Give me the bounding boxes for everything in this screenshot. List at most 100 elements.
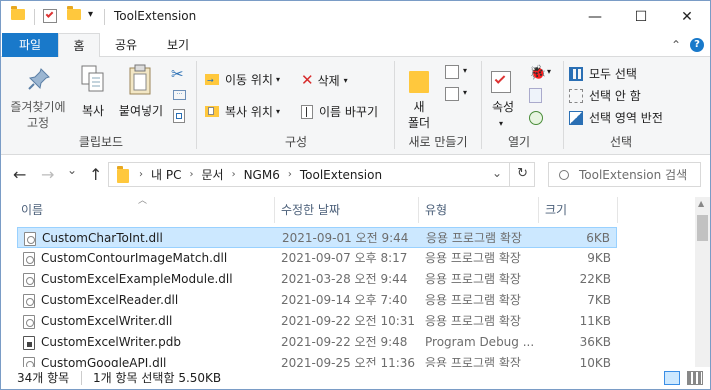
maximize-button[interactable]: ☐	[618, 1, 664, 33]
file-size: 36KB	[579, 335, 611, 349]
easy-access-icon[interactable]	[445, 87, 459, 101]
copy-to-icon	[205, 106, 219, 117]
rename-button[interactable]: 이름 바꾸기	[301, 103, 378, 120]
close-button[interactable]: ✕	[664, 1, 710, 33]
column-type[interactable]: 유형	[425, 197, 447, 223]
copy-button[interactable]: 복사	[73, 63, 113, 123]
file-row[interactable]: CustomExcelExampleModule.dll 2021-03-28 오…	[17, 269, 617, 290]
breadcrumb-documents[interactable]: 문서	[201, 166, 223, 183]
file-type: 응용 프로그램 확장	[425, 314, 521, 328]
help-icon[interactable]: ?	[690, 38, 704, 52]
chevron-right-icon: ›	[287, 169, 292, 180]
pdb-file-icon	[23, 336, 35, 350]
select-all-button[interactable]: 모두 선택	[569, 65, 637, 82]
paste-icon	[129, 64, 151, 95]
breadcrumb-my-pc[interactable]: 내 PC	[151, 166, 181, 183]
file-name: CustomExcelWriter.dll	[41, 314, 173, 328]
cut-icon[interactable]: ✂	[171, 65, 184, 83]
file-row[interactable]: CustomContourImageMatch.dll 2021-09-07 오후…	[17, 248, 617, 269]
file-date: 2021-09-07 오후 8:17	[281, 251, 408, 265]
column-name[interactable]: 이름	[21, 197, 43, 223]
file-row[interactable]: CustomExcelReader.dll 2021-09-14 오후 7:40 응…	[17, 290, 617, 311]
quick-access-toolbar	[11, 6, 25, 20]
new-folder-quick-icon[interactable]	[67, 6, 81, 20]
ribbon-collapse-icon[interactable]: ⌃	[667, 33, 685, 57]
open-icon[interactable]: 🐞	[529, 65, 546, 81]
move-to-button[interactable]: → 이동 위치 ▾	[205, 71, 280, 88]
up-button[interactable]: ↑	[89, 165, 102, 184]
paste-shortcut-icon[interactable]	[173, 109, 185, 123]
new-item-icon[interactable]	[445, 65, 459, 79]
select-all-label: 모두 선택	[589, 67, 637, 81]
pin-to-quick-access-button[interactable]: 즐겨찾기에 고정	[5, 63, 71, 133]
scroll-up-icon[interactable]: ▲	[698, 199, 704, 208]
properties-check-icon[interactable]	[43, 9, 57, 23]
file-date: 2021-09-01 오전 9:44	[282, 231, 409, 245]
file-list: CustomCharToInt.dll 2021-09-01 오전 9:44 응용 …	[17, 227, 617, 374]
group-label-organize: 구성	[284, 135, 308, 149]
column-date[interactable]: 수정한 날짜	[281, 197, 340, 223]
file-row[interactable]: CustomCharToInt.dll 2021-09-01 오전 9:44 응용 …	[17, 227, 617, 248]
new-folder-button[interactable]: 새 폴더	[399, 63, 439, 130]
customize-qat-icon[interactable]: ▾	[88, 9, 93, 20]
tab-home[interactable]: 홈	[58, 33, 100, 58]
group-label-new: 새로 만들기	[408, 135, 468, 149]
title-bar: ▾ ToolExtension — ☐ ✕	[1, 1, 710, 33]
file-size: 7KB	[587, 293, 611, 307]
invert-selection-button[interactable]: 선택 영역 반전	[569, 109, 663, 126]
chevron-right-icon: ›	[231, 169, 236, 180]
file-name: CustomExcelExampleModule.dll	[41, 272, 233, 286]
scrollbar-thumb[interactable]	[697, 215, 708, 241]
tab-file[interactable]: 파일	[2, 33, 58, 57]
file-type: 응용 프로그램 확장	[425, 293, 521, 307]
back-button[interactable]: ←	[13, 165, 26, 184]
folder-icon	[11, 6, 25, 20]
copy-path-icon[interactable]: ···	[173, 90, 186, 100]
dll-file-icon	[23, 273, 35, 287]
copy-to-button[interactable]: 복사 위치 ▾	[205, 103, 280, 120]
file-date: 2021-09-14 오후 7:40	[281, 293, 408, 307]
breadcrumb-toolextension[interactable]: ToolExtension	[300, 168, 382, 182]
invert-selection-label: 선택 영역 반전	[589, 111, 663, 125]
select-none-button[interactable]: 선택 안 함	[569, 87, 641, 104]
dll-file-icon	[24, 232, 36, 246]
details-view-icon[interactable]	[664, 371, 680, 385]
tab-share[interactable]: 공유	[105, 33, 147, 57]
minimize-button[interactable]: —	[572, 1, 618, 33]
forward-button[interactable]: →	[41, 165, 54, 184]
group-label-open: 열기	[507, 135, 531, 149]
file-row[interactable]: CustomExcelWriter.dll 2021-09-22 오전 10:31…	[17, 311, 617, 332]
group-label-select: 선택	[609, 135, 633, 149]
navigation-bar: ← → ⌄ ↑ › 내 PC › 문서 › NGM6 › ToolExtensi…	[1, 156, 710, 194]
address-dropdown-icon[interactable]: ⌄	[492, 166, 502, 180]
file-name: CustomContourImageMatch.dll	[41, 251, 228, 265]
file-size: 22KB	[579, 272, 611, 286]
vertical-scrollbar[interactable]: ▲	[695, 197, 710, 367]
recent-locations-button[interactable]: ⌄	[67, 163, 77, 177]
pin-label-2: 고정	[26, 116, 50, 130]
rename-label: 이름 바꾸기	[319, 105, 379, 119]
address-folder-icon	[117, 165, 129, 183]
file-size: 9KB	[587, 251, 611, 265]
search-box[interactable]: ToolExtension 검색	[548, 162, 701, 187]
address-bar[interactable]: › 내 PC › 문서 › NGM6 › ToolExtension ⌄ ↻	[108, 162, 535, 187]
sort-ascending-icon: ︿	[138, 196, 148, 206]
large-icons-view-icon[interactable]	[687, 371, 703, 385]
history-icon[interactable]	[529, 111, 543, 125]
move-to-icon: →	[205, 74, 219, 85]
chevron-right-icon: ›	[139, 169, 143, 180]
properties-icon	[491, 71, 511, 93]
copy-to-label: 복사 위치	[225, 105, 273, 119]
pin-label-1: 즐겨찾기에	[10, 100, 66, 114]
refresh-button[interactable]: ↻	[517, 166, 528, 181]
dll-file-icon	[23, 294, 35, 308]
file-type: Program Debug ...	[425, 335, 535, 349]
properties-button[interactable]: 속성 ▾	[485, 63, 521, 135]
paste-button[interactable]: 붙여넣기	[115, 63, 167, 123]
breadcrumb-ngm6[interactable]: NGM6	[244, 168, 280, 182]
file-row[interactable]: CustomExcelWriter.pdb 2021-09-22 오전 9:48 P…	[17, 332, 617, 353]
tab-view[interactable]: 보기	[157, 33, 199, 57]
edit-icon[interactable]	[529, 88, 542, 103]
column-size[interactable]: 크기	[545, 197, 567, 223]
delete-button[interactable]: ✕ 삭제 ▾	[301, 71, 348, 89]
